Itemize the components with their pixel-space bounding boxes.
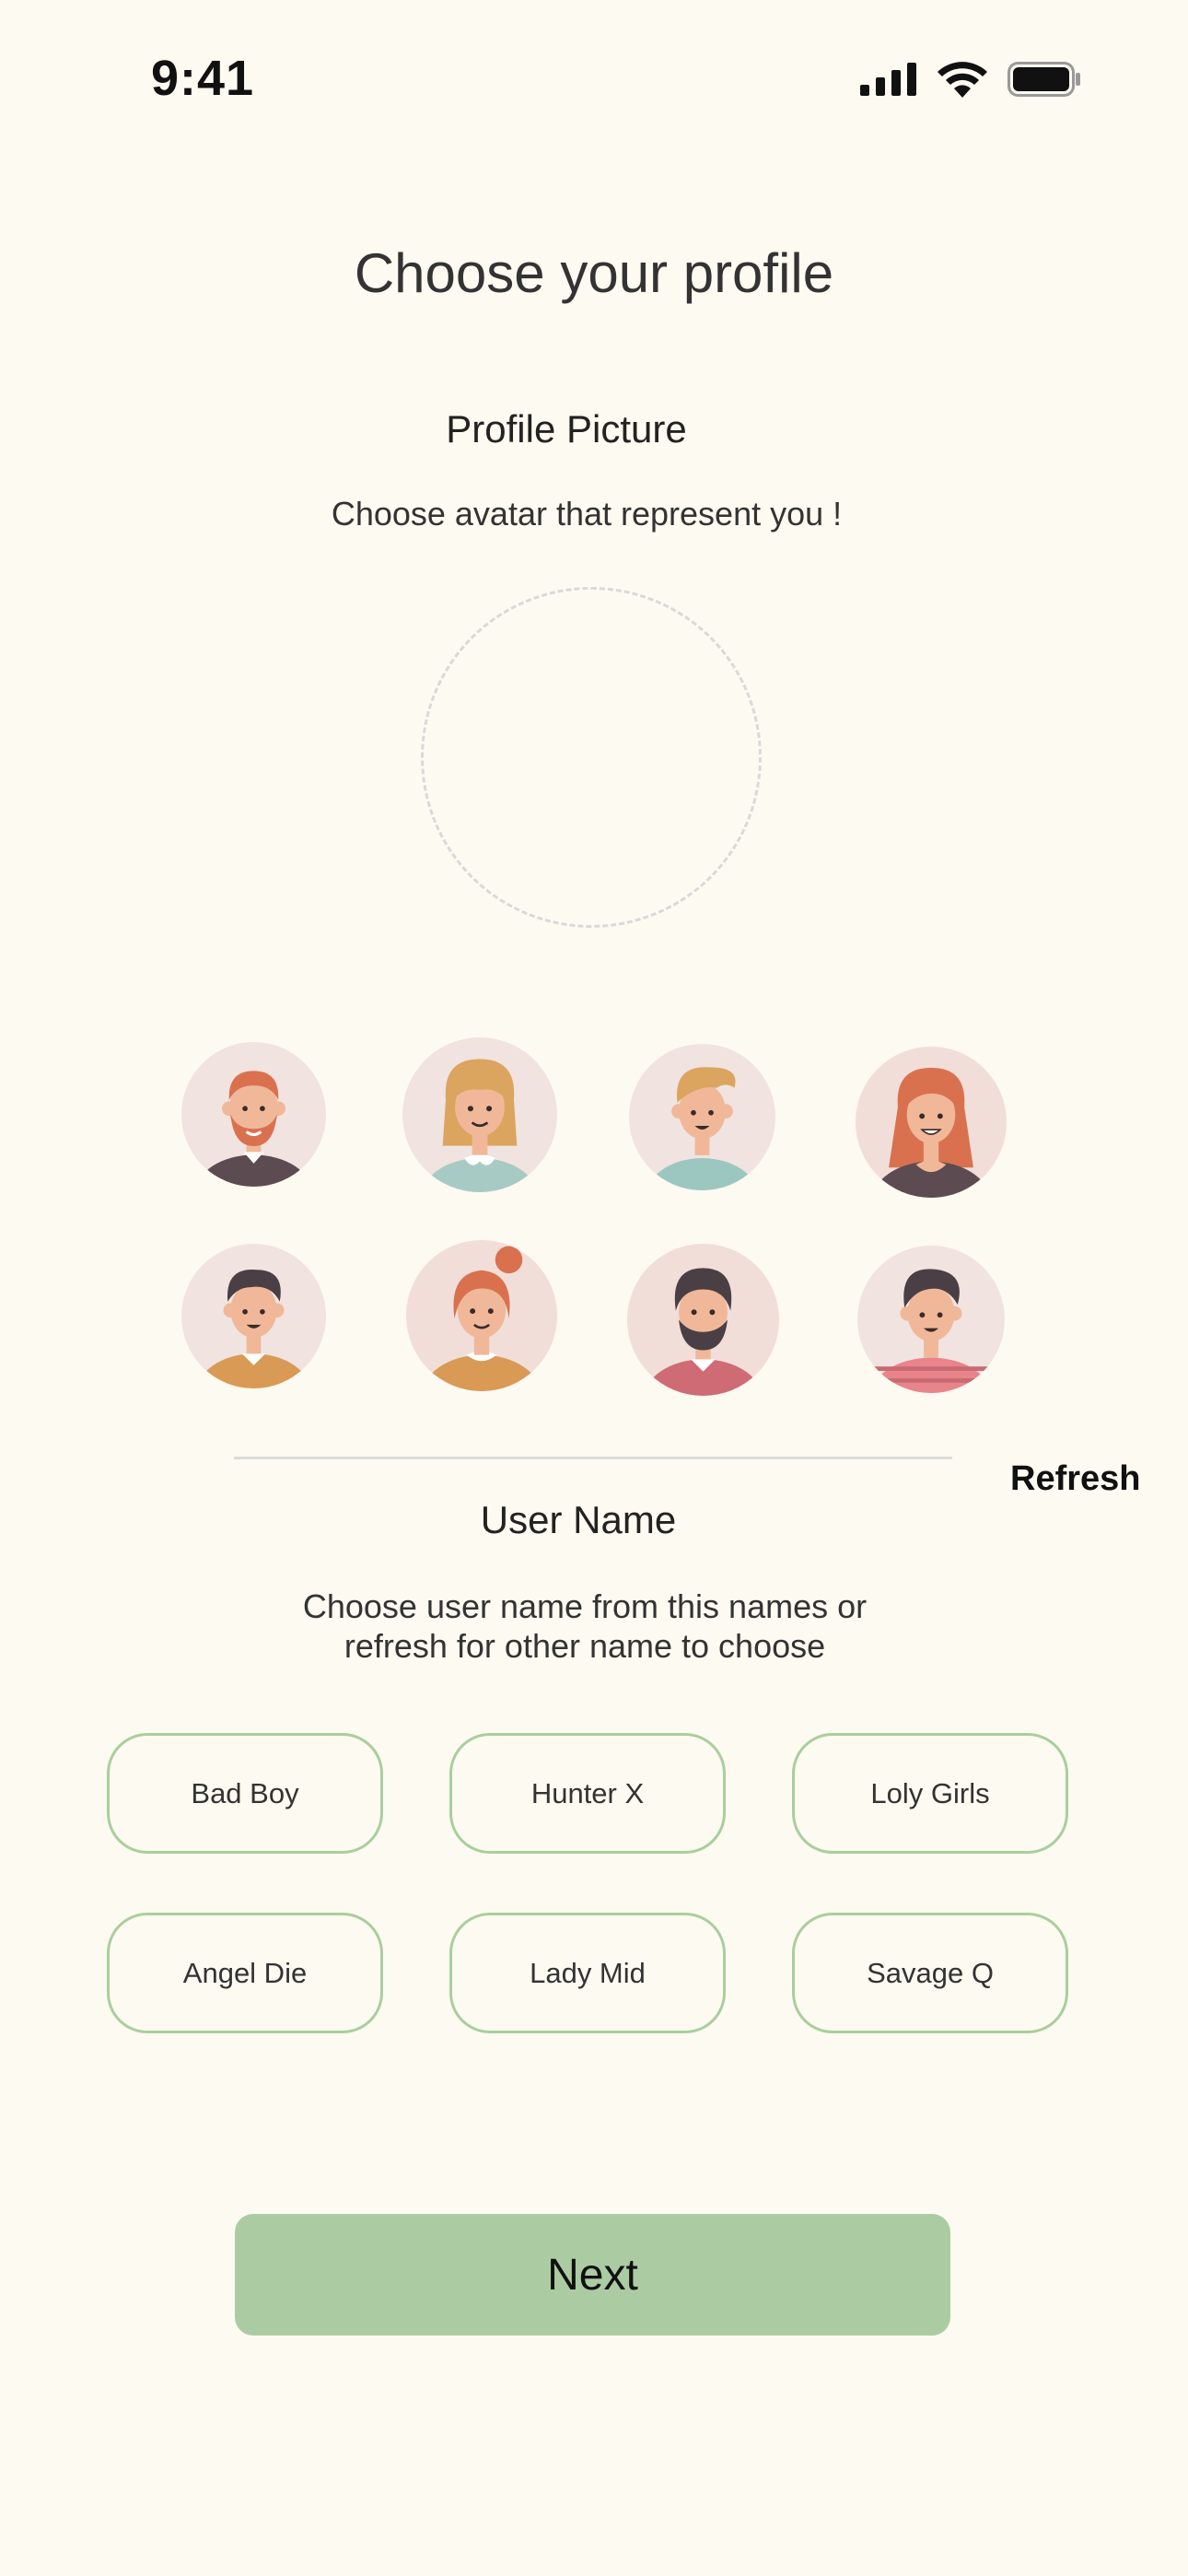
refresh-button[interactable]: Refresh: [1010, 1459, 1141, 1499]
avatar-man-dark-beard[interactable]: [627, 1244, 779, 1396]
wifi-icon: [938, 62, 987, 98]
name-option[interactable]: Hunter X: [449, 1733, 726, 1854]
battery-icon: [1007, 62, 1080, 97]
name-option[interactable]: Bad Boy: [107, 1733, 383, 1854]
avatar-boy-blonde[interactable]: [629, 1044, 775, 1190]
signal-icon: [860, 63, 916, 96]
user-name-label: User Name: [480, 1498, 677, 1541]
name-option[interactable]: Angel Die: [107, 1913, 383, 2033]
status-time: 9:41: [151, 51, 255, 106]
name-option[interactable]: Savage Q: [792, 1913, 1068, 2033]
profile-picture-description: Choose avatar that represent you !: [331, 495, 843, 533]
user-name-description-line1: Choose user name from this names or: [302, 1587, 868, 1625]
user-name-description-line2: refresh for other name to choose: [344, 1627, 826, 1665]
name-option[interactable]: Loly Girls: [792, 1733, 1068, 1854]
selected-avatar-placeholder[interactable]: [421, 587, 762, 928]
avatar-man-dark-hair[interactable]: [181, 1244, 326, 1388]
next-button[interactable]: Next: [235, 2214, 950, 2336]
user-name-description: Choose user name from this names or refr…: [0, 1587, 1170, 1666]
status-icons: [860, 61, 1081, 98]
avatar-boy-striped-shirt[interactable]: [857, 1246, 1005, 1393]
avatar-woman-blonde[interactable]: [402, 1037, 557, 1192]
avatar-woman-red-hair[interactable]: [856, 1047, 1007, 1198]
section-divider: [234, 1457, 952, 1459]
profile-picture-label: Profile Picture: [446, 407, 687, 451]
name-option[interactable]: Lady Mid: [449, 1913, 726, 2033]
avatar-woman-bun[interactable]: [406, 1240, 557, 1391]
page-title: Choose your profile: [354, 242, 834, 304]
avatar-man-red-beard[interactable]: [181, 1042, 326, 1187]
